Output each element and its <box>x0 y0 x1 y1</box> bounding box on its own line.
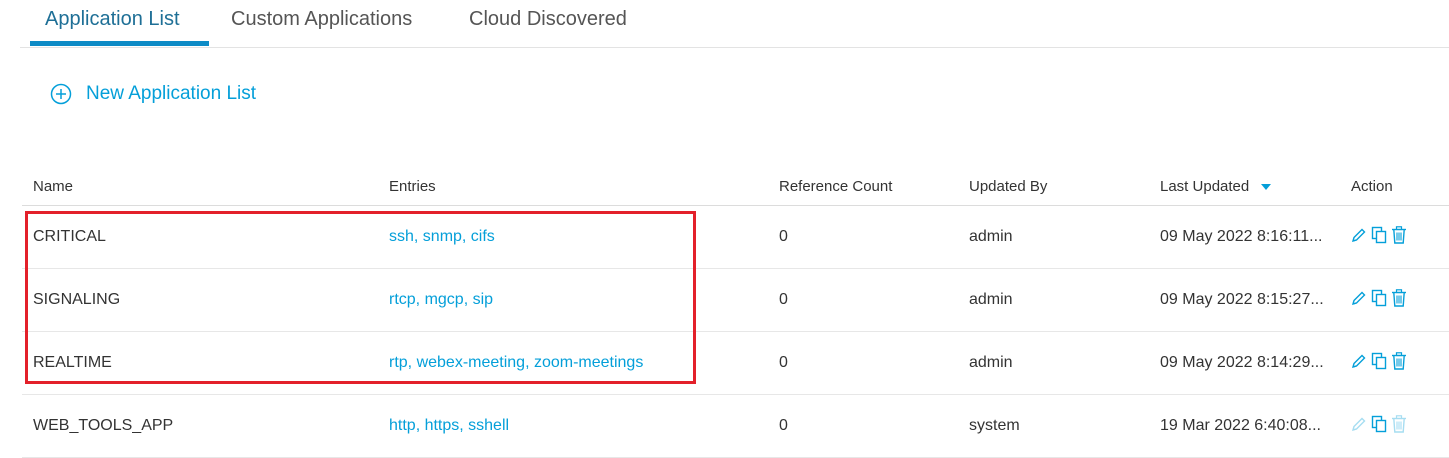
table-row: SIGNALING rtcp, mgcp, sip 0 admin 09 May… <box>22 268 1449 332</box>
cell-updated-by: system <box>958 394 1149 458</box>
column-header-reference-count[interactable]: Reference Count <box>768 168 958 206</box>
cell-name: REALTIME <box>22 331 378 395</box>
sort-descending-icon[interactable] <box>1261 184 1272 191</box>
cell-name: CRITICAL <box>22 205 378 269</box>
application-list-table: Name Entries Reference Count Updated By … <box>22 168 1449 458</box>
column-header-entries[interactable]: Entries <box>378 168 768 206</box>
edit-pencil-icon[interactable] <box>1351 353 1367 374</box>
new-application-list-label: New Application List <box>86 83 257 104</box>
plus-circle-icon <box>50 83 72 105</box>
cell-last-updated: 09 May 2022 8:16:11... <box>1149 205 1340 269</box>
cell-reference-count: 0 <box>768 205 958 269</box>
cell-last-updated: 19 Mar 2022 6:40:08... <box>1149 394 1340 458</box>
edit-pencil-icon <box>1351 416 1367 437</box>
copy-icon[interactable] <box>1371 226 1387 249</box>
edit-pencil-icon[interactable] <box>1351 227 1367 248</box>
new-application-list-button[interactable]: New Application List <box>50 82 256 106</box>
cell-entries[interactable]: rtcp, mgcp, sip <box>378 268 768 332</box>
cell-action <box>1340 268 1449 332</box>
cell-entries[interactable]: http, https, sshell <box>378 394 768 458</box>
table-row: REALTIME rtp, webex-meeting, zoom-meetin… <box>22 331 1449 395</box>
row-actions <box>1351 225 1449 249</box>
row-actions <box>1351 288 1449 312</box>
cell-reference-count: 0 <box>768 394 958 458</box>
cell-action <box>1340 331 1449 395</box>
cell-action <box>1340 205 1449 269</box>
column-header-last-updated[interactable]: Last Updated <box>1149 168 1340 206</box>
cell-name: SIGNALING <box>22 268 378 332</box>
cell-last-updated: 09 May 2022 8:14:29... <box>1149 331 1340 395</box>
delete-trash-icon[interactable] <box>1391 288 1407 312</box>
edit-pencil-icon[interactable] <box>1351 290 1367 311</box>
tab-application-list[interactable]: Application List <box>45 6 180 46</box>
cell-updated-by: admin <box>958 331 1149 395</box>
copy-icon[interactable] <box>1371 289 1387 312</box>
tab-custom-applications[interactable]: Custom Applications <box>231 6 412 46</box>
cell-action <box>1340 394 1449 458</box>
cell-reference-count: 0 <box>768 331 958 395</box>
cell-name: WEB_TOOLS_APP <box>22 394 378 458</box>
row-actions <box>1351 351 1449 375</box>
table-row: WEB_TOOLS_APP http, https, sshell 0 syst… <box>22 394 1449 458</box>
column-header-name[interactable]: Name <box>22 168 378 206</box>
delete-trash-icon[interactable] <box>1391 225 1407 249</box>
tab-cloud-discovered[interactable]: Cloud Discovered <box>469 6 627 46</box>
cell-entries[interactable]: ssh, snmp, cifs <box>378 205 768 269</box>
delete-trash-icon <box>1391 414 1407 438</box>
column-header-last-updated-label: Last Updated <box>1160 178 1250 195</box>
column-header-action: Action <box>1340 168 1449 206</box>
copy-icon[interactable] <box>1371 415 1387 438</box>
copy-icon[interactable] <box>1371 352 1387 375</box>
cell-entries[interactable]: rtp, webex-meeting, zoom-meetings <box>378 331 768 395</box>
column-header-updated-by[interactable]: Updated By <box>958 168 1149 206</box>
tab-bar: Application List Custom Applications Clo… <box>20 0 1449 48</box>
cell-reference-count: 0 <box>768 268 958 332</box>
cell-updated-by: admin <box>958 205 1149 269</box>
cell-updated-by: admin <box>958 268 1149 332</box>
cell-last-updated: 09 May 2022 8:15:27... <box>1149 268 1340 332</box>
delete-trash-icon[interactable] <box>1391 351 1407 375</box>
active-tab-indicator <box>30 41 209 46</box>
row-actions <box>1351 414 1449 438</box>
table-row: CRITICAL ssh, snmp, cifs 0 admin 09 May … <box>22 205 1449 269</box>
table-header-row: Name Entries Reference Count Updated By … <box>22 168 1449 206</box>
